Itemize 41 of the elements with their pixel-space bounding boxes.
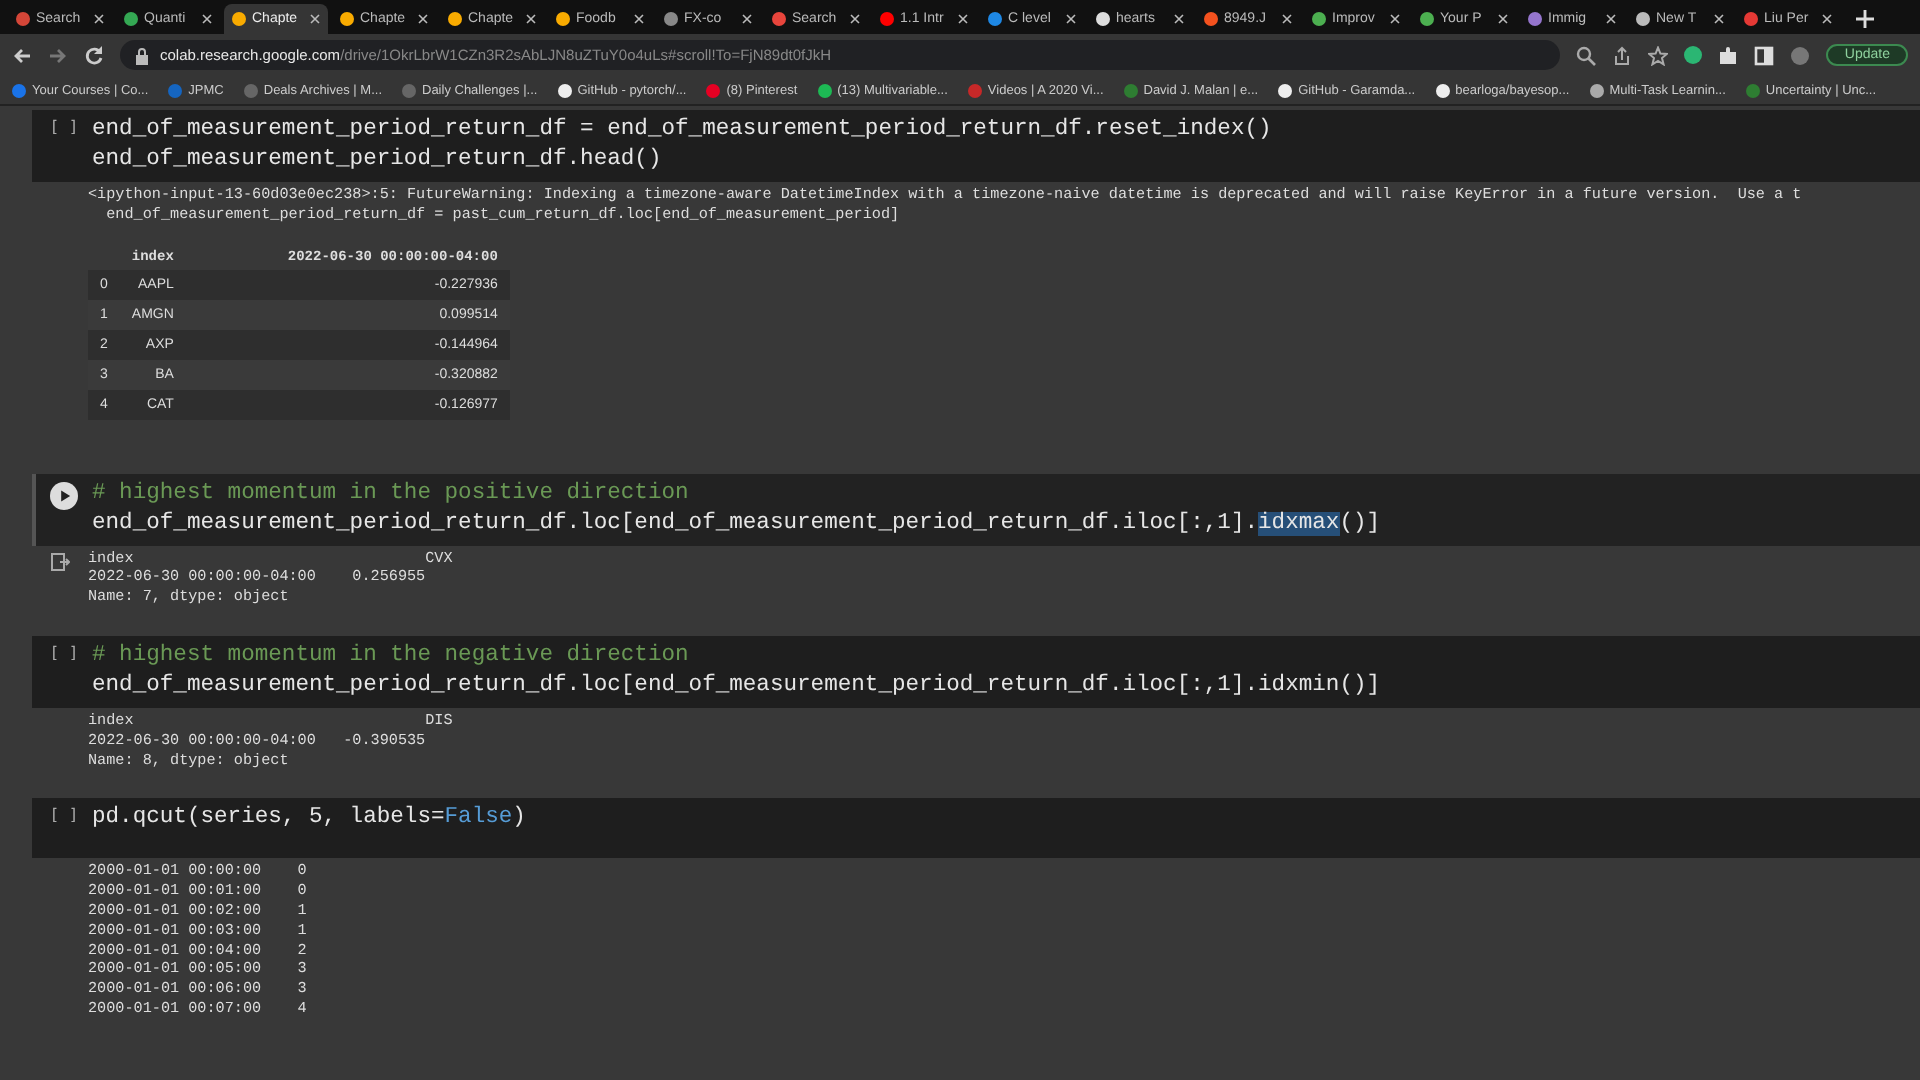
cell-prompt: [ ] bbox=[49, 806, 79, 825]
forward-icon[interactable] bbox=[48, 45, 68, 65]
close-icon[interactable] bbox=[94, 14, 104, 24]
code-line: end_of_measurement_period_return_df.loc[end_of_measurement_period_return_df.iloc[:,1].idxmin()] bbox=[92, 671, 1381, 702]
close-icon[interactable] bbox=[310, 14, 320, 24]
close-icon[interactable] bbox=[418, 14, 428, 24]
output-icon[interactable] bbox=[50, 551, 70, 572]
code-line: end_of_measurement_period_return_df.loc[end_of_measurement_period_return_df.iloc[:,1].idxmax()] bbox=[92, 509, 1381, 540]
code-line: # highest momentum in the negative direction bbox=[92, 641, 691, 672]
close-icon[interactable] bbox=[1066, 14, 1076, 24]
code-line: end_of_measurement_period_return_df = end_of_measurement_period_return_df.reset_index() bbox=[92, 116, 1272, 146]
puzzle-icon[interactable] bbox=[1718, 45, 1739, 65]
code-line: end_of_measurement_period_return_df.head() bbox=[92, 146, 664, 176]
close-icon[interactable] bbox=[1282, 14, 1292, 24]
code-line: pd.qcut(series, 5, labels=False) bbox=[92, 804, 526, 835]
close-icon[interactable] bbox=[1714, 14, 1724, 24]
close-icon[interactable] bbox=[1822, 14, 1832, 24]
cell-prompt: [ ] bbox=[49, 118, 79, 136]
cell-prompt: [ ] bbox=[49, 643, 79, 662]
close-icon[interactable] bbox=[742, 14, 752, 24]
reload-icon[interactable] bbox=[84, 45, 104, 65]
avatar-icon[interactable] bbox=[1790, 45, 1811, 65]
close-icon[interactable] bbox=[526, 14, 536, 24]
back-icon[interactable] bbox=[12, 45, 32, 65]
close-icon[interactable] bbox=[202, 14, 212, 24]
lock-icon bbox=[132, 45, 152, 65]
extension-icon[interactable] bbox=[1684, 46, 1703, 64]
run-button-icon[interactable] bbox=[50, 481, 78, 510]
close-icon[interactable] bbox=[1174, 14, 1184, 24]
close-icon[interactable] bbox=[1606, 14, 1616, 24]
star-icon[interactable] bbox=[1648, 45, 1669, 65]
search-icon[interactable] bbox=[1576, 45, 1597, 65]
close-icon[interactable] bbox=[850, 14, 860, 24]
close-icon[interactable] bbox=[1498, 14, 1508, 24]
code-line: # highest momentum in the positive direction bbox=[92, 479, 691, 510]
sidebar-icon[interactable] bbox=[1754, 45, 1775, 65]
close-icon[interactable] bbox=[1390, 14, 1400, 24]
close-icon[interactable] bbox=[958, 14, 968, 24]
share-icon[interactable] bbox=[1612, 45, 1633, 65]
new-tab-icon[interactable] bbox=[1856, 10, 1874, 28]
close-icon[interactable] bbox=[634, 14, 644, 24]
